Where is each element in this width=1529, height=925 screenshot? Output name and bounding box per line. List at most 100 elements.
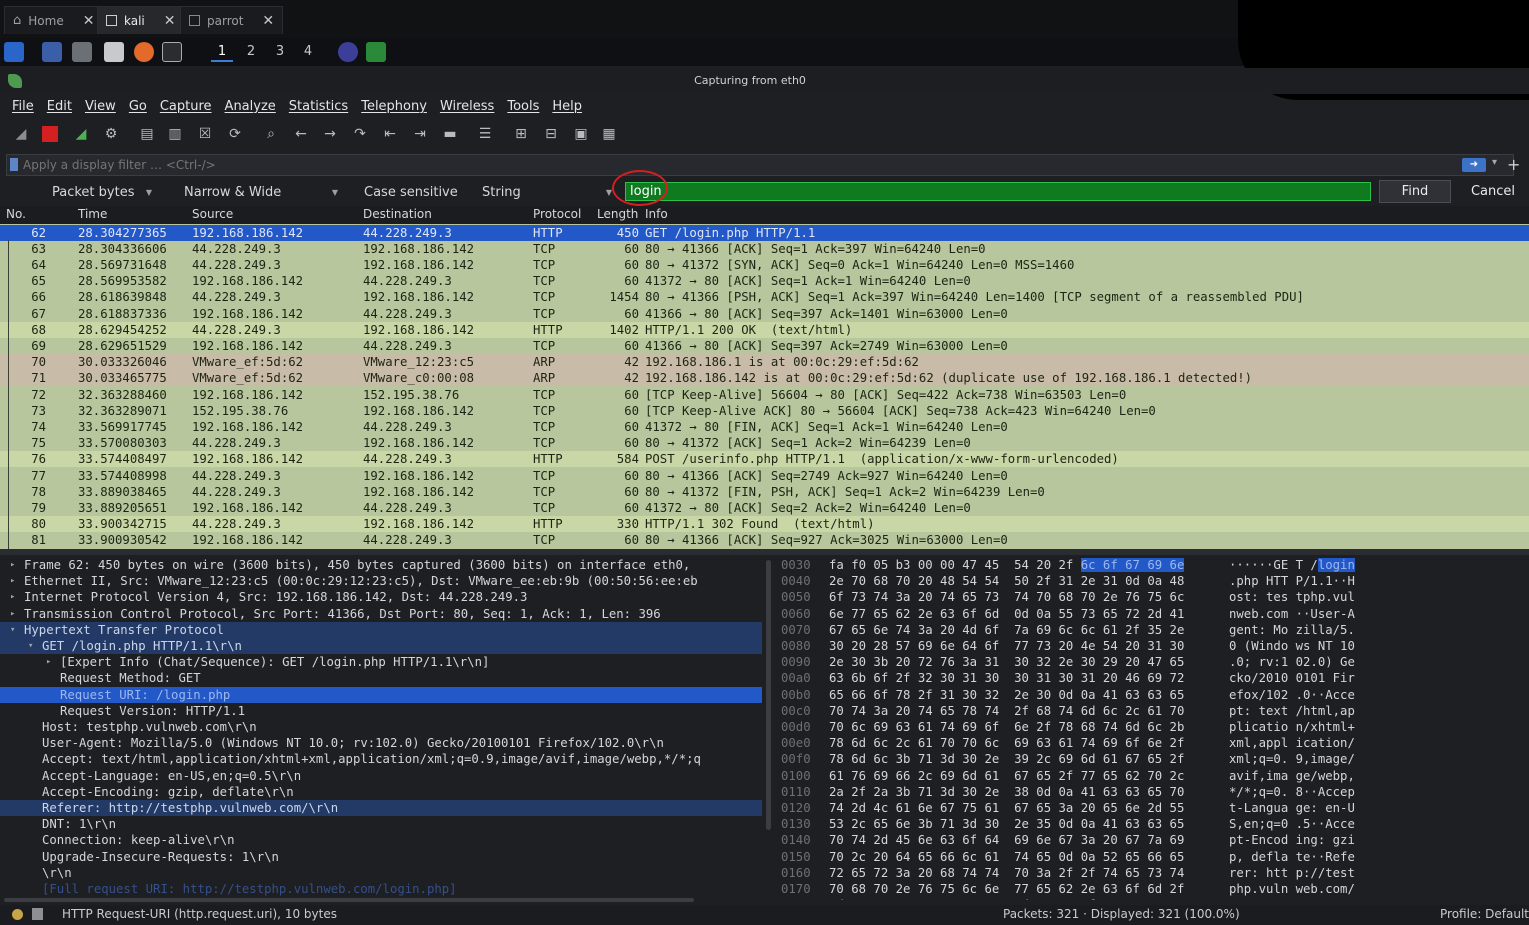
char-width-select[interactable]: Narrow & Wide ▼ xyxy=(184,182,338,202)
menu-file[interactable]: File xyxy=(12,99,34,114)
start-capture-icon[interactable]: ◢ xyxy=(12,125,30,143)
search-in-select[interactable]: Packet bytes ▼ xyxy=(52,182,152,202)
packet-row[interactable]: 66 28.618639848 44.228.249.3 192.168.186.14… xyxy=(0,289,1529,305)
expert-info-icon[interactable] xyxy=(12,909,23,920)
go-back-icon[interactable]: ← xyxy=(292,125,310,143)
detail-row[interactable]: ▸ Frame 62: 450 bytes on wire (3600 bits)… xyxy=(0,557,762,573)
cancel-button[interactable]: Cancel xyxy=(1463,180,1523,203)
first-packet-icon[interactable]: ⇤ xyxy=(381,125,399,143)
chevron-down-icon[interactable]: ▾ xyxy=(1492,157,1497,168)
packet-row[interactable]: 76 33.574408497 192.168.186.142 44.228.249.… xyxy=(0,451,1529,468)
detail-row[interactable]: DNT: 1\r\n xyxy=(0,816,762,832)
menu-go[interactable]: Go xyxy=(129,99,147,114)
wireshark-icon[interactable] xyxy=(366,42,386,62)
bytes-row[interactable]: 00b0 65 66 6f 78 2f 31 30 32 2e 30 0d 0a … xyxy=(776,687,1529,703)
detail-row[interactable]: ▸ Ethernet II, Src: VMware_12:23:c5 (00:0… xyxy=(0,573,762,589)
menu-statistics[interactable]: Statistics xyxy=(289,99,348,114)
menu-telephony[interactable]: Telephony xyxy=(361,99,427,114)
packet-list[interactable]: 62 28.304277365 192.168.186.142 44.228.249.… xyxy=(0,224,1529,549)
bytes-row[interactable]: 00e0 78 6d 6c 2c 61 70 70 6c 69 63 61 74 … xyxy=(776,735,1529,751)
packet-row[interactable]: 68 28.629454252 44.228.249.3 192.168.186.14… xyxy=(0,321,1529,338)
packet-row[interactable]: 69 28.629651529 192.168.186.142 44.228.249.… xyxy=(0,338,1529,354)
detail-row[interactable]: [Full request URI: http://testphp.vulnwe… xyxy=(0,881,762,897)
add-filter-button[interactable]: + xyxy=(1507,155,1520,174)
go-forward-icon[interactable]: → xyxy=(321,125,339,143)
detail-row[interactable]: Referer: http://testphp.vulnweb.com/\r\n xyxy=(0,800,762,817)
workspace-2[interactable]: 2 xyxy=(240,42,262,62)
close-icon[interactable]: ✕ xyxy=(262,13,274,29)
scrollbar-thumb[interactable] xyxy=(766,560,771,830)
collapsed-icon[interactable]: ▸ xyxy=(46,654,51,670)
menu-capture[interactable]: Capture xyxy=(160,99,212,114)
text-editor-icon[interactable] xyxy=(104,42,124,62)
bytes-row[interactable]: 0040 2e 70 68 70 20 48 54 54 50 2f 31 2e … xyxy=(776,573,1529,589)
menu-edit[interactable]: Edit xyxy=(47,99,72,114)
detail-row[interactable]: ▾ GET /login.php HTTP/1.1\r\n xyxy=(0,638,762,655)
workspace-1[interactable]: 1 xyxy=(211,42,233,62)
detail-row[interactable]: ▸ [Expert Info (Chat/Sequence): GET /logi… xyxy=(0,654,762,670)
bytes-row[interactable]: 0140 70 74 2d 45 6e 63 6f 64 69 6e 67 3a … xyxy=(776,832,1529,848)
packet-row[interactable]: 81 33.900930542 192.168.186.142 44.228.249.… xyxy=(0,532,1529,548)
collapsed-icon[interactable]: ▸ xyxy=(10,606,15,622)
packet-row[interactable]: 65 28.569953582 192.168.186.142 44.228.249.… xyxy=(0,273,1529,289)
desktop-icon[interactable] xyxy=(42,42,62,62)
detail-row[interactable]: Accept-Language: en-US,en;q=0.5\r\n xyxy=(0,768,762,784)
resize-columns-icon[interactable]: ▦ xyxy=(600,125,618,143)
apply-filter-icon[interactable]: ➜ xyxy=(1462,158,1486,172)
detail-row[interactable]: Request Method: GET xyxy=(0,670,762,686)
workspace-4[interactable]: 4 xyxy=(297,42,319,62)
close-icon[interactable]: ✕ xyxy=(83,13,95,29)
detail-row[interactable]: \r\n xyxy=(0,865,762,881)
zoom-out-icon[interactable]: ⊟ xyxy=(542,125,560,143)
menu-help[interactable]: Help xyxy=(552,99,582,114)
bytes-row[interactable]: 0100 61 76 69 66 2c 69 6d 61 67 65 2f 77 … xyxy=(776,768,1529,784)
last-packet-icon[interactable]: ⇥ xyxy=(411,125,429,143)
packet-row[interactable]: 75 33.570080303 44.228.249.3 192.168.186.14… xyxy=(0,435,1529,451)
menu-analyze[interactable]: Analyze xyxy=(225,99,276,114)
go-to-packet-icon[interactable]: ↷ xyxy=(351,125,369,143)
detail-row[interactable]: Connection: keep-alive\r\n xyxy=(0,832,762,848)
horizontal-scrollbar[interactable] xyxy=(4,898,694,902)
detail-row[interactable]: Host: testphp.vulnweb.com\r\n xyxy=(0,719,762,735)
capture-comment-icon[interactable] xyxy=(32,908,43,920)
bytes-row[interactable]: 00a0 63 6b 6f 2f 32 30 31 30 30 31 30 31 … xyxy=(776,670,1529,686)
bytes-row[interactable]: 0130 53 2c 65 6e 3b 71 3d 30 2e 35 0d 0a … xyxy=(776,816,1529,832)
open-file-icon[interactable]: ▤ xyxy=(138,125,156,143)
bytes-row[interactable]: 0080 30 20 28 57 69 6e 64 6f 77 73 20 4e … xyxy=(776,638,1529,654)
detail-row[interactable]: ▾ Hypertext Transfer Protocol xyxy=(0,621,762,638)
packet-row[interactable]: 63 28.304336606 44.228.249.3 192.168.186.14… xyxy=(0,241,1529,257)
capture-options-icon[interactable]: ⚙ xyxy=(102,125,120,143)
app-icon[interactable] xyxy=(338,42,358,62)
display-filter-input[interactable] xyxy=(23,157,1423,173)
detail-row[interactable]: ▸ Transmission Control Protocol, Src Port… xyxy=(0,606,762,622)
packet-row[interactable]: 64 28.569731648 44.228.249.3 192.168.186.14… xyxy=(0,257,1529,273)
bytes-row[interactable]: 0160 72 65 72 3a 20 68 74 74 70 3a 2f 2f … xyxy=(776,865,1529,881)
bytes-row[interactable]: 0120 74 2d 4c 61 6e 67 75 61 67 65 3a 20 … xyxy=(776,800,1529,816)
detail-row[interactable]: ▸ Internet Protocol Version 4, Src: 192.1… xyxy=(0,589,762,605)
detail-row[interactable]: Accept: text/html,application/xhtml+xml,… xyxy=(0,751,762,767)
search-type-select[interactable]: String ▼ xyxy=(482,182,612,202)
find-input[interactable] xyxy=(625,182,1371,201)
packet-details-tree[interactable]: ▸ Frame 62: 450 bytes on wire (3600 bits)… xyxy=(0,555,764,900)
vm-tab-kali[interactable]: kali ✕ xyxy=(97,6,185,34)
menu-wireless[interactable]: Wireless xyxy=(440,99,494,114)
menu-view[interactable]: View xyxy=(85,99,116,114)
detail-row[interactable]: Request Version: HTTP/1.1 xyxy=(0,703,762,719)
bytes-row[interactable]: 0060 6e 77 65 62 2e 63 6f 6d 0d 0a 55 73 … xyxy=(776,606,1529,622)
packet-row[interactable]: 74 33.569917745 192.168.186.142 44.228.249.… xyxy=(0,419,1529,435)
bytes-row[interactable]: 0050 6f 73 74 3a 20 74 65 73 74 70 68 70 … xyxy=(776,589,1529,605)
column-header-protocol[interactable]: Protocol xyxy=(533,207,581,221)
detail-row[interactable]: Upgrade-Insecure-Requests: 1\r\n xyxy=(0,849,762,865)
collapsed-icon[interactable]: ▸ xyxy=(10,573,15,589)
colorize-icon[interactable]: ☰ xyxy=(476,125,494,143)
packet-row[interactable]: 80 33.900342715 44.228.249.3 192.168.186.14… xyxy=(0,516,1529,533)
expanded-icon[interactable]: ▾ xyxy=(28,638,33,654)
status-profile[interactable]: Profile: Default xyxy=(1440,907,1529,921)
collapsed-icon[interactable]: ▸ xyxy=(10,589,15,605)
bytes-row[interactable]: 0110 2a 2f 2a 3b 71 3d 30 2e 38 0d 0a 41 … xyxy=(776,784,1529,800)
detail-row[interactable]: Request URI: /login.php xyxy=(0,686,762,703)
packet-row[interactable]: 67 28.618837336 192.168.186.142 44.228.249.… xyxy=(0,306,1529,322)
bytes-row[interactable]: 00f0 78 6d 6c 3b 71 3d 30 2e 39 2c 69 6d … xyxy=(776,751,1529,767)
bookmark-icon[interactable] xyxy=(10,158,18,171)
packet-row[interactable]: 78 33.889038465 44.228.249.3 192.168.186.14… xyxy=(0,484,1529,500)
